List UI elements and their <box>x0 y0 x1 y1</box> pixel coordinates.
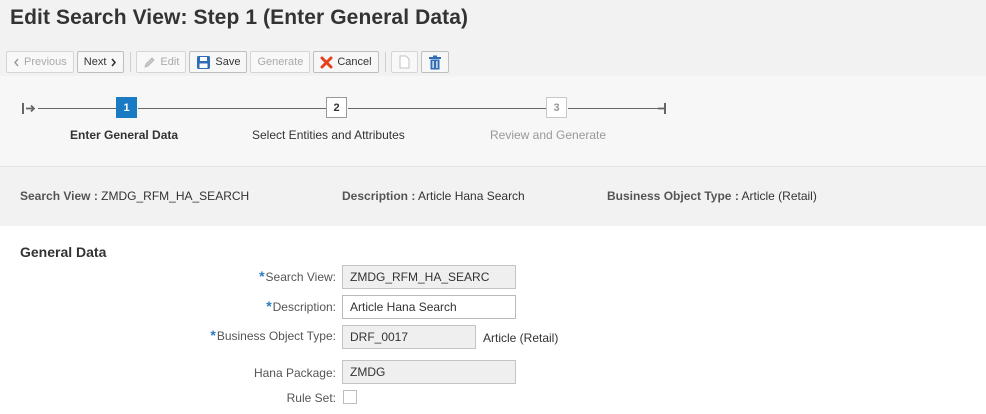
delete-button[interactable] <box>420 51 449 73</box>
previous-button-label: Previous <box>24 56 67 68</box>
roadmap <box>0 76 986 166</box>
roadmap-step-2-label[interactable]: Select Entities and Attributes <box>252 128 405 142</box>
required-marker: * <box>259 268 265 284</box>
generate-button[interactable]: Generate <box>250 51 311 73</box>
info-search-view-label: Search View : <box>20 189 98 203</box>
pencil-icon <box>143 56 156 69</box>
info-bo-type-value: Article (Retail) <box>741 189 817 203</box>
next-button-label: Next <box>83 56 107 68</box>
roadmap-step-3-label: Review and Generate <box>490 128 607 142</box>
toolbar: Previous Next Edit Save Generate Cancel <box>6 50 452 74</box>
general-data-panel <box>0 226 986 414</box>
rule-set-checkbox[interactable] <box>343 390 357 404</box>
roadmap-step-3: 3 <box>546 97 567 118</box>
description-label-text: Description: <box>272 300 336 314</box>
page-title: Edit Search View: Step 1 (Enter General … <box>10 6 469 29</box>
toolbar-separator <box>384 52 386 72</box>
rule-set-label: Rule Set: <box>286 391 336 405</box>
toolbar-separator <box>130 52 132 72</box>
search-view-field: ZMDG_RFM_HA_SEARC <box>342 265 516 289</box>
required-marker: * <box>266 298 272 314</box>
hana-package-label: Hana Package: <box>253 366 336 380</box>
previous-button[interactable]: Previous <box>6 51 74 73</box>
save-button[interactable]: Save <box>189 51 248 73</box>
roadmap-step-1[interactable]: 1 <box>116 97 137 118</box>
general-data-title: General Data <box>20 244 107 260</box>
info-description-value: Article Hana Search <box>418 189 525 203</box>
save-icon <box>196 55 211 70</box>
description-field[interactable]: Article Hana Search <box>342 295 516 319</box>
bo-type-description: Article (Retail) <box>483 331 559 345</box>
cancel-button-label: Cancel <box>337 56 372 68</box>
next-button[interactable]: Next <box>76 51 125 73</box>
bo-type-label: *Business Object Type: <box>186 327 336 343</box>
cancel-button[interactable]: Cancel <box>313 51 379 73</box>
hana-package-field: ZMDG <box>342 360 516 384</box>
info-search-view-value: ZMDG_RFM_HA_SEARCH <box>101 189 250 203</box>
bo-type-label-text: Business Object Type: <box>216 329 336 343</box>
info-bo-type-label: Business Object Type : <box>607 189 739 203</box>
roadmap-line <box>348 108 546 109</box>
chevron-left-icon <box>13 58 20 67</box>
roadmap-start-icon <box>22 103 36 117</box>
save-button-label: Save <box>215 56 241 68</box>
edit-button-label: Edit <box>160 56 180 68</box>
x-icon <box>320 56 333 69</box>
info-bo-type: Business Object Type : Article (Retail) <box>607 189 817 203</box>
required-marker: * <box>210 327 216 343</box>
info-description: Description : Article Hana Search <box>342 189 525 203</box>
trash-icon <box>428 55 442 70</box>
generate-button-label: Generate <box>257 56 304 68</box>
document-icon <box>398 55 411 69</box>
chevron-right-icon <box>110 57 117 67</box>
bo-type-field: DRF_0017 <box>342 325 476 349</box>
edit-button[interactable]: Edit <box>136 51 187 73</box>
search-view-label: *Search View: <box>186 268 336 284</box>
description-label: *Description: <box>186 298 336 314</box>
info-search-view: Search View : ZMDG_RFM_HA_SEARCH <box>20 189 249 203</box>
roadmap-step-2[interactable]: 2 <box>326 97 347 118</box>
roadmap-line <box>568 108 660 109</box>
info-description-label: Description : <box>342 189 416 203</box>
roadmap-end-icon <box>658 103 667 117</box>
roadmap-step-1-label[interactable]: Enter General Data <box>70 128 178 142</box>
roadmap-line <box>138 108 326 109</box>
search-view-label-text: Search View: <box>265 270 336 284</box>
copy-button[interactable] <box>390 51 418 73</box>
roadmap-line <box>38 108 116 109</box>
